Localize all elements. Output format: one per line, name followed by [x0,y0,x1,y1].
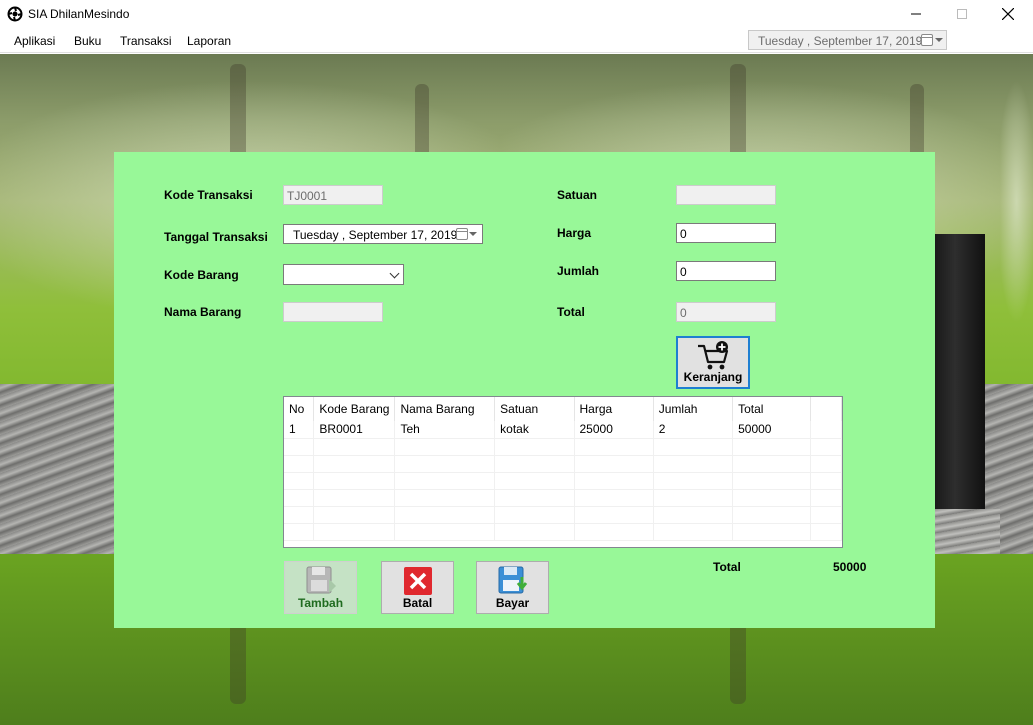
col-header-no[interactable]: No [284,397,315,421]
cell-satuan: kotak [494,421,575,439]
col-header-jumlah[interactable]: Jumlah [653,397,734,421]
jumlah-input[interactable]: 0 [676,261,776,281]
tanggal-transaksi-picker[interactable]: Tuesday , September 17, 2019 [283,224,483,244]
dropdown-arrow-icon [469,232,477,236]
menu-buku[interactable]: Buku [74,34,101,48]
grand-total-label: Total [713,560,741,574]
save-add-icon [306,566,336,594]
minimize-button[interactable] [893,0,939,28]
close-icon [1002,8,1014,20]
tanggal-transaksi-text: Tuesday , September 17, 2019 [293,228,458,242]
menu-laporan[interactable]: Laporan [187,34,231,48]
app-icon [7,6,23,22]
table-row-empty [284,472,842,490]
cell-kode-barang: BR0001 [313,421,396,439]
menu-transaksi[interactable]: Transaksi [120,34,172,48]
nama-barang-field[interactable] [283,302,383,322]
cancel-icon [404,567,432,595]
harga-input[interactable]: 0 [676,223,776,243]
tanggal-transaksi-label: Tanggal Transaksi [164,230,268,244]
col-header-kode-barang[interactable]: Kode Barang [313,397,396,421]
nama-barang-label: Nama Barang [164,305,242,319]
tambah-button[interactable]: Tambah [284,561,357,614]
col-header-harga[interactable]: Harga [574,397,654,421]
maximize-button[interactable] [939,0,985,28]
close-button[interactable] [985,0,1031,28]
menu-aplikasi[interactable]: Aplikasi [14,34,55,48]
satuan-label: Satuan [557,188,598,202]
header-date-text: Tuesday , September 17, 2019 [758,34,923,48]
keranjang-label: Keranjang [683,370,743,384]
harga-label: Harga [557,226,592,240]
kode-barang-combobox[interactable] [283,264,404,285]
total-field[interactable]: 0 [676,302,776,322]
bayar-button[interactable]: Bayar [476,561,549,614]
add-to-cart-icon [698,341,729,370]
cell-no: 1 [284,421,315,439]
minimize-icon [911,13,921,15]
table-row[interactable]: 1 BR0001 Teh kotak 25000 2 50000 [284,421,842,439]
kode-transaksi-label: Kode Transaksi [164,188,253,202]
keranjang-button[interactable]: Keranjang [676,336,750,389]
header-date-picker[interactable]: Tuesday , September 17, 2019 [748,30,947,50]
kode-transaksi-field[interactable]: TJ0001 [283,185,383,205]
cell-jumlah: 2 [653,421,734,439]
total-label: Total [557,305,585,319]
calendar-icon [921,34,933,46]
window-title: SIA DhilanMesindo [28,7,130,21]
table-row-empty [284,523,842,541]
transaction-panel: Kode Transaksi TJ0001 Tanggal Transaksi … [114,152,935,628]
table-row-empty [284,506,842,524]
jumlah-label: Jumlah [557,264,600,278]
save-download-icon [498,566,528,594]
satuan-field[interactable] [676,185,776,205]
table-row-empty [284,489,842,507]
chevron-down-icon [389,268,400,279]
batal-button[interactable]: Batal [381,561,454,614]
table-row-empty [284,455,842,473]
col-header-total[interactable]: Total [732,397,812,421]
table-header-row: No Kode Barang Nama Barang Satuan Harga … [284,397,842,421]
col-header-satuan[interactable]: Satuan [494,397,575,421]
cell-total: 50000 [732,421,812,439]
maximize-icon [957,9,967,19]
cell-nama-barang: Teh [394,421,496,439]
grand-total-value: 50000 [833,560,867,574]
col-header-nama-barang[interactable]: Nama Barang [394,397,496,421]
calendar-icon [456,228,468,240]
cell-harga: 25000 [574,421,654,439]
tambah-label: Tambah [297,596,344,610]
dropdown-arrow-icon [935,38,943,42]
table-row-empty [284,438,842,456]
title-bar: SIA DhilanMesindo [0,0,1033,28]
bayar-label: Bayar [495,596,530,610]
batal-label: Batal [402,596,433,610]
kode-barang-label: Kode Barang [164,268,239,282]
cart-table[interactable]: No Kode Barang Nama Barang Satuan Harga … [283,396,843,548]
